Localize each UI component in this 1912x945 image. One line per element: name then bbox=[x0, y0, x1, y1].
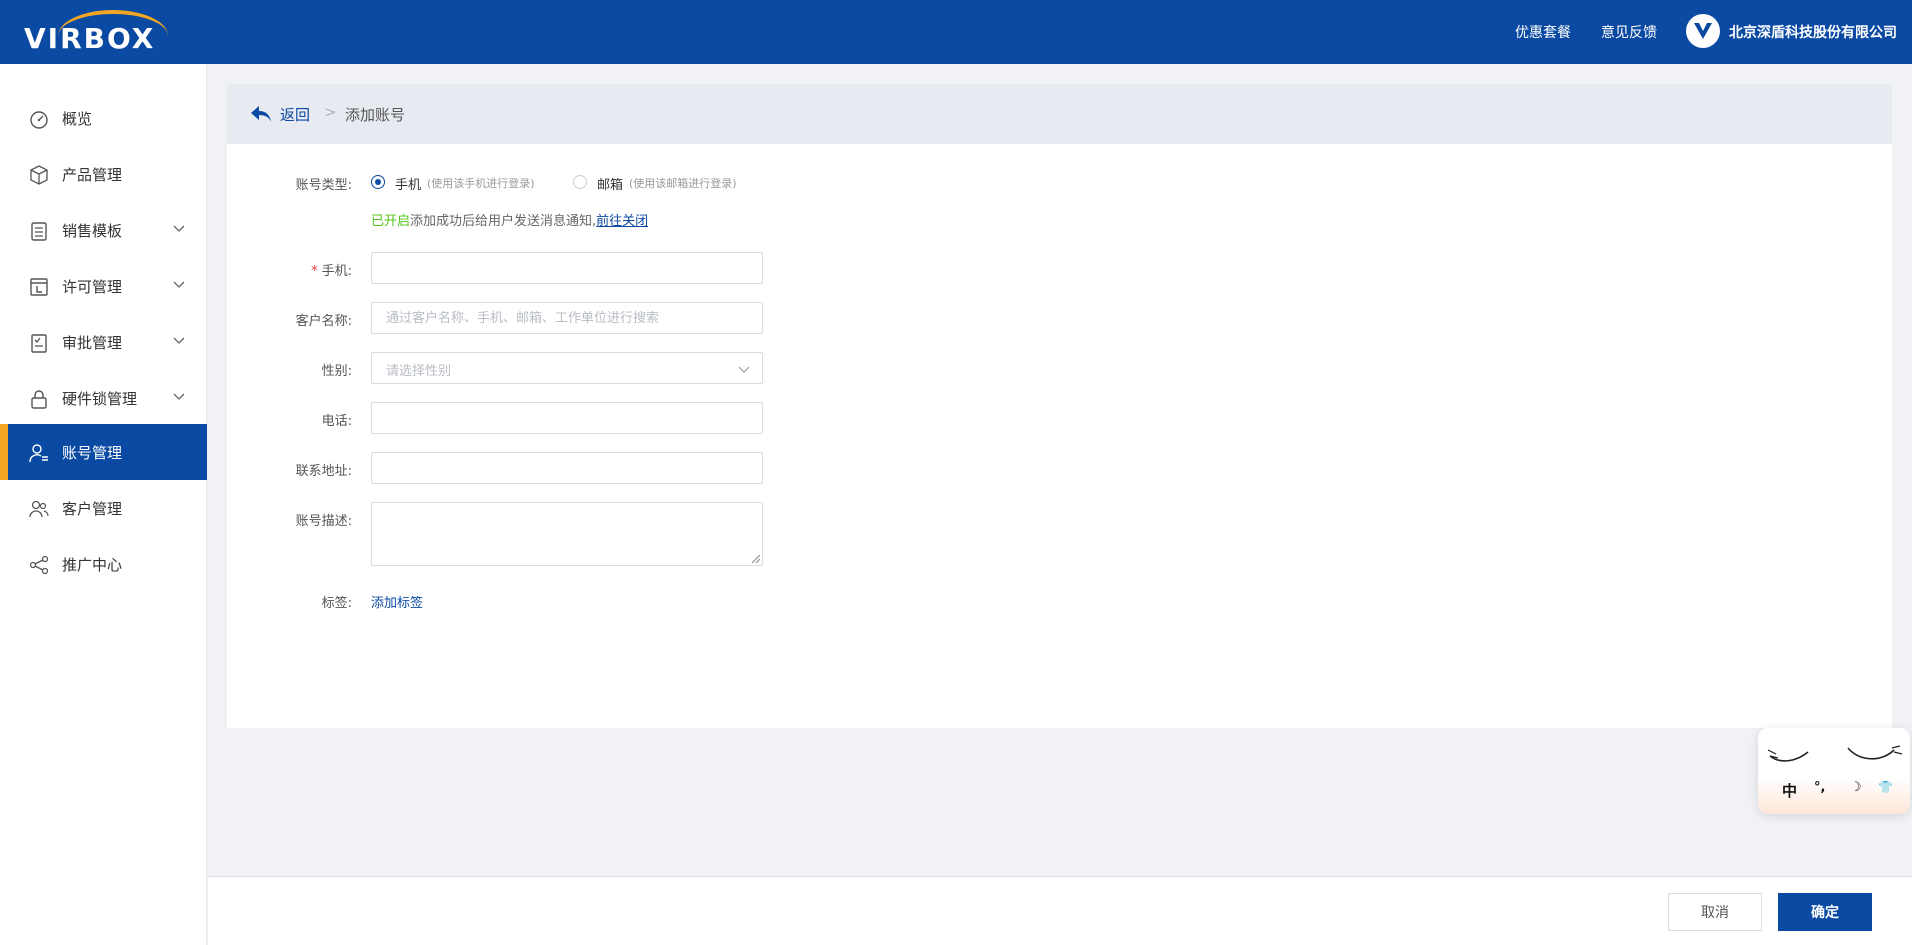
top-header: VIRBOX 优惠套餐 意见反馈 北京深盾科技股份有限公司 bbox=[0, 0, 1912, 64]
ime-punctuation[interactable]: °, bbox=[1814, 780, 1825, 795]
share-icon bbox=[29, 555, 49, 575]
ime-skin-icon[interactable]: 👕 bbox=[1878, 780, 1893, 794]
description-label: 账号描述: bbox=[295, 514, 352, 529]
radio-phone[interactable] bbox=[371, 175, 385, 189]
phone-label-text: 手机: bbox=[321, 264, 352, 279]
sidebar-item-sales-templates[interactable]: 销售模板 bbox=[0, 202, 207, 258]
sidebar-item-promotion[interactable]: 推广中心 bbox=[0, 536, 207, 592]
pricing-link[interactable]: 优惠套餐 bbox=[1515, 22, 1571, 42]
feedback-link[interactable]: 意见反馈 bbox=[1601, 22, 1657, 42]
radio-email-hint: (使用该邮箱进行登录) bbox=[629, 177, 737, 190]
sidebar-item-label: 许可管理 bbox=[62, 278, 123, 296]
gender-placeholder: 请选择性别 bbox=[386, 364, 452, 379]
radio-phone-label[interactable]: 手机 bbox=[395, 174, 421, 193]
ime-toolbar: 中 °, ☽ 👕 bbox=[1772, 780, 1902, 800]
notice-status: 已开启 bbox=[371, 214, 411, 229]
sidebar-item-label: 产品管理 bbox=[62, 166, 123, 184]
radio-email-label[interactable]: 邮箱 bbox=[597, 174, 623, 193]
address-label: 联系地址: bbox=[295, 464, 352, 479]
company-logo-icon[interactable] bbox=[1686, 14, 1720, 48]
template-icon bbox=[31, 222, 47, 241]
ime-widget[interactable]: 中 °, ☽ 👕 bbox=[1758, 728, 1910, 814]
required-mark: * bbox=[311, 264, 318, 279]
add-tag-link[interactable]: 添加标签 bbox=[371, 592, 423, 611]
back-link[interactable]: 返回 bbox=[280, 104, 310, 125]
sidebar-item-label: 硬件锁管理 bbox=[62, 390, 138, 408]
telephone-label: 电话: bbox=[321, 414, 352, 429]
active-indicator bbox=[0, 424, 8, 480]
customer-name-input[interactable] bbox=[371, 302, 763, 334]
sidebar-item-licenses[interactable]: 许可管理 bbox=[0, 258, 207, 314]
phone-input[interactable] bbox=[371, 252, 763, 284]
sidebar-item-overview[interactable]: 概览 bbox=[0, 90, 207, 146]
sidebar-item-accounts[interactable]: 账号管理 bbox=[0, 424, 207, 480]
sidebar-item-hardware-locks[interactable]: 硬件锁管理 bbox=[0, 370, 207, 426]
chevron-down-icon bbox=[738, 366, 750, 373]
sidebar-item-label: 账号管理 bbox=[62, 444, 123, 462]
lock-icon bbox=[31, 390, 47, 409]
dashboard-icon bbox=[30, 111, 48, 129]
cube-icon bbox=[30, 165, 48, 185]
sidebar-item-label: 销售模板 bbox=[62, 222, 123, 240]
ime-chinese-mode[interactable]: 中 bbox=[1782, 780, 1797, 801]
chevron-down-icon bbox=[173, 337, 185, 344]
logo-text: VIRBOX bbox=[24, 22, 156, 55]
tags-label: 标签: bbox=[321, 596, 352, 611]
notice-close-link[interactable]: 前往关闭 bbox=[596, 214, 648, 229]
ime-face-icon bbox=[1767, 745, 1903, 762]
company-name[interactable]: 北京深盾科技股份有限公司 bbox=[1729, 22, 1897, 42]
radio-email[interactable] bbox=[573, 175, 587, 189]
address-input[interactable] bbox=[371, 452, 763, 484]
ime-moon-icon[interactable]: ☽ bbox=[1850, 780, 1862, 795]
resize-grip-icon[interactable] bbox=[752, 555, 760, 563]
notification-notice: 已开启添加成功后给用户发送消息通知,前往关闭 bbox=[371, 210, 648, 229]
gender-select[interactable]: 请选择性别 bbox=[371, 352, 763, 384]
chevron-down-icon bbox=[173, 393, 185, 400]
virbox-logo[interactable]: VIRBOX bbox=[24, 10, 178, 55]
sidebar-item-label: 概览 bbox=[62, 110, 93, 128]
sidebar-item-label: 推广中心 bbox=[62, 556, 123, 574]
customers-icon bbox=[29, 500, 49, 518]
notice-text: 添加成功后给用户发送消息通知, bbox=[410, 214, 597, 229]
user-manage-icon bbox=[29, 444, 48, 463]
license-icon bbox=[30, 278, 48, 296]
gender-label: 性别: bbox=[321, 364, 352, 379]
phone-label: * 手机: bbox=[227, 260, 352, 279]
sidebar-item-approvals[interactable]: 审批管理 bbox=[0, 314, 207, 370]
sidebar: 概览 产品管理 销售模板 许可管理 审批管理 硬件锁管理 账号管理 客户管理 推… bbox=[0, 64, 207, 945]
sidebar-item-label: 审批管理 bbox=[62, 334, 123, 352]
add-account-panel: 返回 > 添加账号 账号类型: 手机 (使用该手机进行登录) 邮箱 (使用该邮箱… bbox=[227, 84, 1892, 728]
account-type-label: 账号类型: bbox=[295, 178, 352, 193]
form-footer: 取消 确定 bbox=[208, 876, 1912, 945]
breadcrumb-current: 添加账号 bbox=[345, 106, 406, 124]
telephone-input[interactable] bbox=[371, 402, 763, 434]
description-textarea[interactable] bbox=[371, 502, 763, 566]
sidebar-item-label: 客户管理 bbox=[62, 500, 123, 518]
chevron-down-icon bbox=[173, 281, 185, 288]
approval-icon bbox=[31, 334, 47, 353]
sidebar-item-customers[interactable]: 客户管理 bbox=[0, 480, 207, 536]
cancel-button[interactable]: 取消 bbox=[1668, 893, 1762, 931]
radio-phone-hint: (使用该手机进行登录) bbox=[427, 177, 535, 190]
chevron-down-icon bbox=[173, 225, 185, 232]
breadcrumb: 返回 > 添加账号 bbox=[227, 84, 1892, 144]
sidebar-item-products[interactable]: 产品管理 bbox=[0, 146, 207, 202]
back-arrow-icon[interactable] bbox=[249, 104, 273, 124]
customer-name-label: 客户名称: bbox=[295, 314, 352, 329]
breadcrumb-separator: > bbox=[324, 103, 337, 121]
confirm-button[interactable]: 确定 bbox=[1778, 893, 1872, 931]
